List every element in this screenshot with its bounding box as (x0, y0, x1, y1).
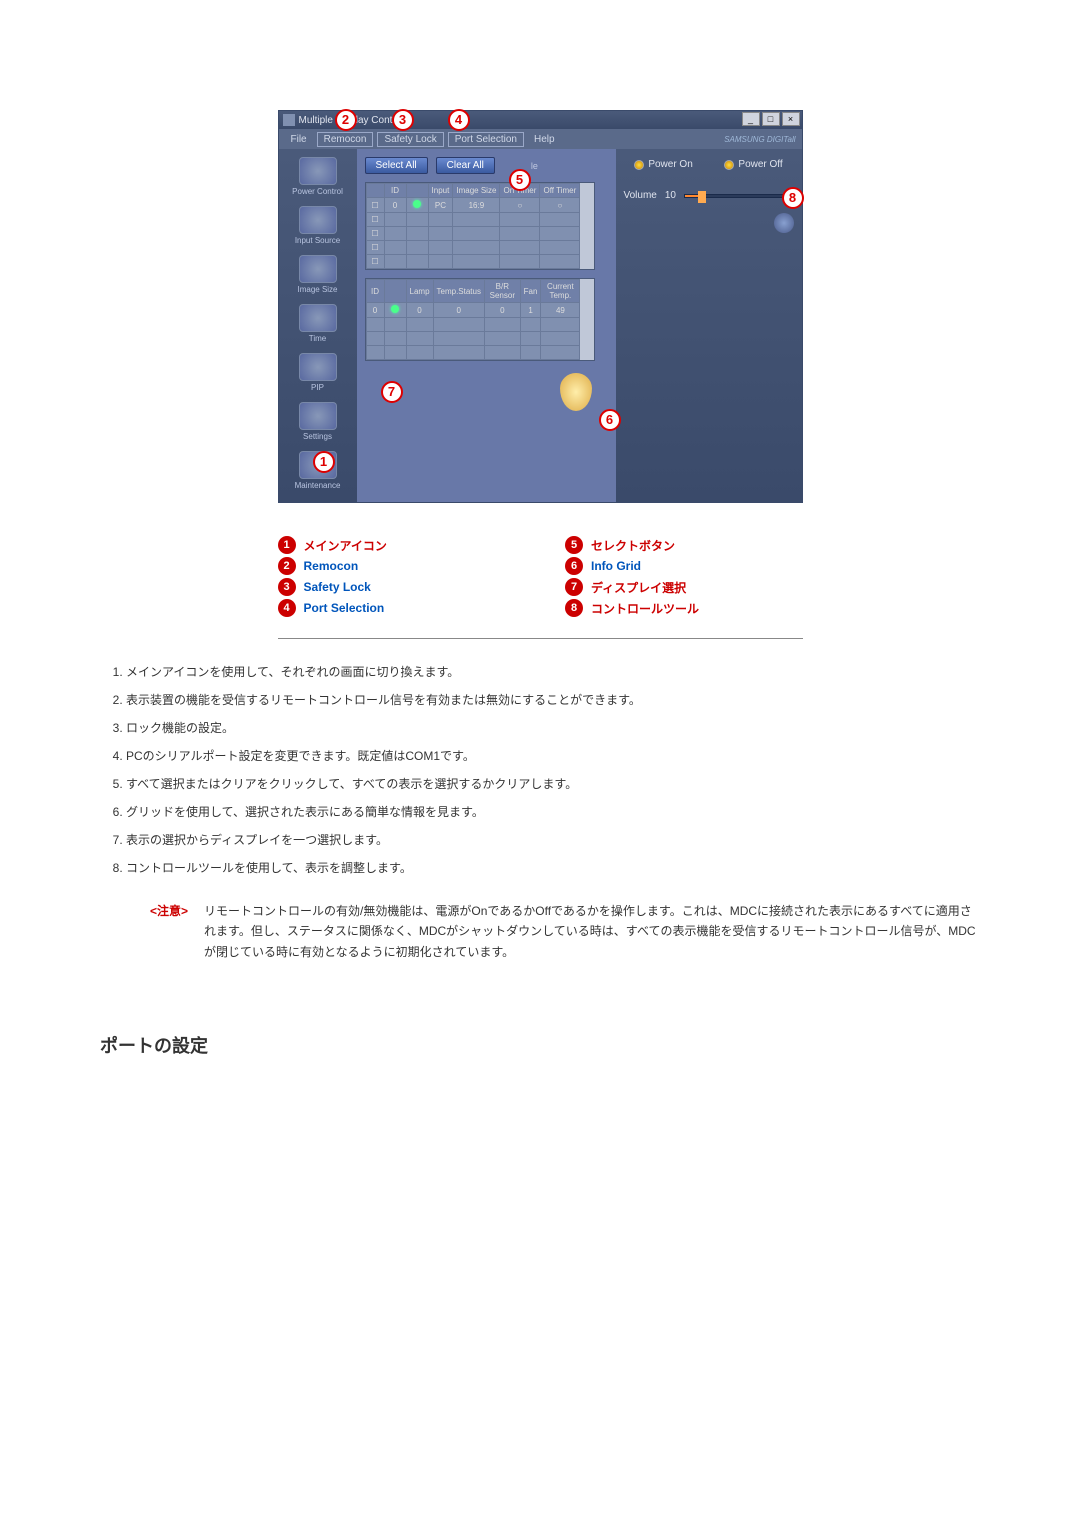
brand-label: SAMSUNG DIGITall (724, 135, 795, 144)
sidebar-item-time[interactable]: Time (285, 302, 351, 349)
control-panel: Power On Power Off Volume 10 (616, 149, 802, 502)
app-icon (283, 114, 295, 126)
legend: 1メインアイコン 2Remocon 3Safety Lock 4Port Sel… (278, 533, 803, 639)
app-screenshot: 2 3 4 5 8 7 6 1 Multiple Display Control… (278, 110, 803, 503)
explanation-item: 表示の選択からディスプレイを一つ選択します。 (126, 831, 980, 849)
table-row[interactable]: ☐ 0 PC 16:9 ○ ○ (366, 198, 580, 213)
radio-on-icon (634, 160, 644, 170)
explanation-item: グリッドを使用して、選択された表示にある簡単な情報を見ます。 (126, 803, 980, 821)
callout-6: 6 (599, 409, 621, 431)
explanation-item: ロック機能の設定。 (126, 719, 980, 737)
close-button[interactable]: × (782, 112, 800, 126)
select-all-button[interactable]: Select All (365, 157, 428, 174)
sidebar-item-input-source[interactable]: Input Source (285, 204, 351, 251)
menu-port-selection[interactable]: Port Selection (448, 132, 524, 147)
legend-4: Port Selection (304, 601, 385, 615)
callout-2: 2 (335, 109, 357, 131)
note-text: リモートコントロールの有効/無効機能は、電源がOnであるかOffであるかを操作し… (204, 901, 980, 962)
power-off-button[interactable]: Power Off (724, 159, 782, 170)
clear-all-button[interactable]: Clear All (436, 157, 495, 174)
legend-2: Remocon (304, 559, 359, 573)
legend-5: セレクトボタン (591, 537, 675, 554)
speaker-icon[interactable] (774, 213, 794, 233)
callout-3: 3 (392, 109, 414, 131)
explanation-item: メインアイコンを使用して、それぞれの画面に切り換えます。 (126, 663, 980, 681)
menu-remocon[interactable]: Remocon (317, 132, 374, 147)
legend-6: Info Grid (591, 559, 641, 573)
info-grid-bottom[interactable]: ID Lamp Temp.Status B/R Sensor Fan Curre… (365, 278, 595, 361)
legend-8: コントロールツール (591, 600, 699, 617)
note-label: <注意> (150, 901, 188, 962)
image-size-icon (299, 255, 337, 283)
status-dot-icon (391, 305, 399, 313)
sidebar: Power Control Input Source Image Size Ti… (279, 149, 357, 502)
toolbar-suffix: le (531, 161, 538, 171)
note-block: <注意> リモートコントロールの有効/無効機能は、電源がOnであるかOffである… (150, 901, 980, 962)
volume-slider[interactable] (684, 194, 794, 198)
sidebar-item-image-size[interactable]: Image Size (285, 253, 351, 300)
maximize-button[interactable]: □ (762, 112, 780, 126)
legend-7: ディスプレイ選択 (591, 579, 686, 596)
section-heading: ポートの設定 (100, 1032, 980, 1058)
title-bar: Multiple Display Control _ □ × (279, 111, 802, 129)
explanation-list: メインアイコンを使用して、それぞれの画面に切り換えます。 表示装置の機能を受信す… (100, 663, 980, 877)
callout-5: 5 (509, 169, 531, 191)
menu-file[interactable]: File (285, 134, 313, 145)
table-row[interactable]: 0 0 0 0 1 49 (366, 303, 580, 318)
info-grid-top[interactable]: ID Input Image Size On Timer Off Timer ☐… (365, 182, 595, 270)
callout-8: 8 (782, 187, 804, 209)
shield-icon (560, 373, 592, 411)
scrollbar[interactable] (580, 183, 593, 269)
input-source-icon (299, 206, 337, 234)
explanation-item: コントロールツールを使用して、表示を調整します。 (126, 859, 980, 877)
minimize-button[interactable]: _ (742, 112, 760, 126)
explanation-item: PCのシリアルポート設定を変更できます。既定値はCOM1です。 (126, 747, 980, 765)
menu-help[interactable]: Help (528, 134, 561, 145)
explanation-item: 表示装置の機能を受信するリモートコントロール信号を有効または無効にすることができ… (126, 691, 980, 709)
power-on-button[interactable]: Power On (634, 159, 692, 170)
callout-1: 1 (313, 451, 335, 473)
sidebar-item-settings[interactable]: Settings (285, 400, 351, 447)
callout-4: 4 (448, 109, 470, 131)
scrollbar[interactable] (580, 279, 593, 360)
menu-safety-lock[interactable]: Safety Lock (377, 132, 443, 147)
menu-bar: File Remocon Safety Lock Port Selection … (279, 129, 802, 149)
radio-off-icon (724, 160, 734, 170)
volume-label: Volume (624, 190, 657, 201)
volume-value: 10 (665, 190, 676, 201)
pip-icon (299, 353, 337, 381)
sidebar-item-pip[interactable]: PIP (285, 351, 351, 398)
legend-1: メインアイコン (304, 537, 387, 554)
sidebar-item-power-control[interactable]: Power Control (285, 155, 351, 202)
time-icon (299, 304, 337, 332)
settings-icon (299, 402, 337, 430)
legend-3: Safety Lock (304, 580, 371, 594)
power-control-icon (299, 157, 337, 185)
status-dot-icon (413, 200, 421, 208)
explanation-item: すべて選択またはクリアをクリックして、すべての表示を選択するかクリアします。 (126, 775, 980, 793)
callout-7: 7 (381, 381, 403, 403)
